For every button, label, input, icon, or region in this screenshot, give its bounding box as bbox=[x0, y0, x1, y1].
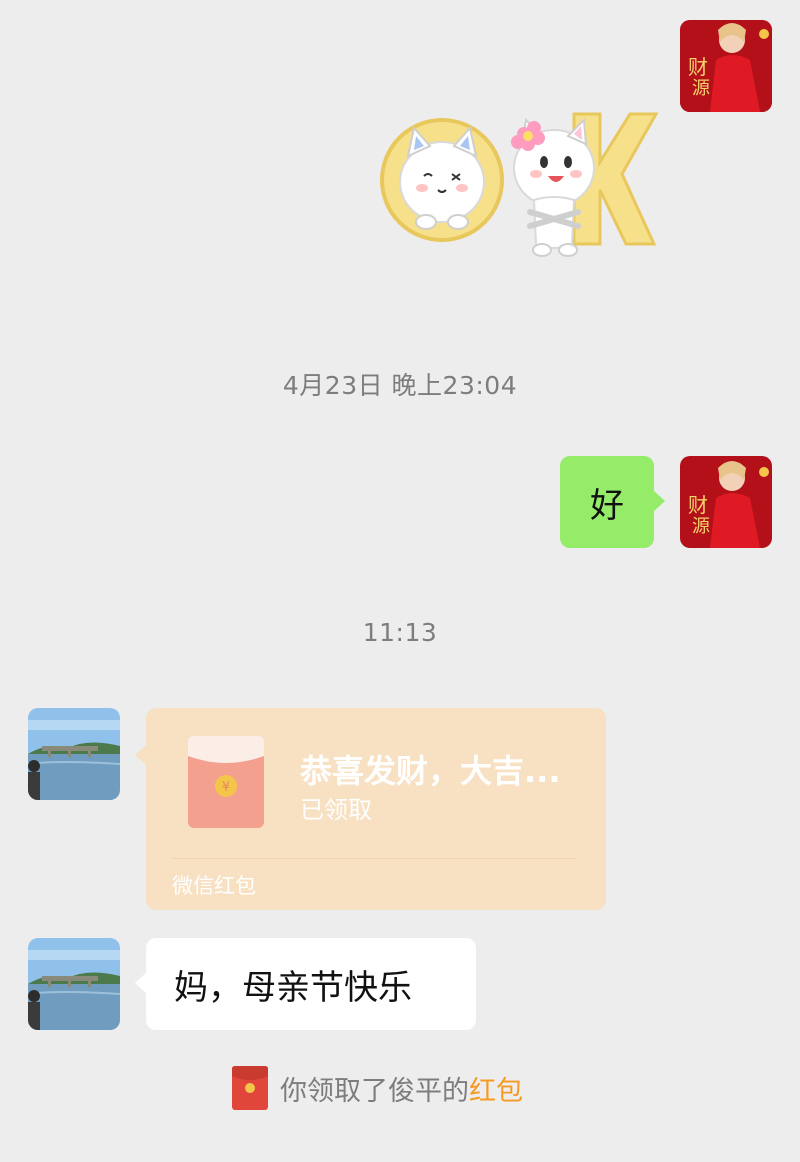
svg-text:源: 源 bbox=[692, 516, 710, 537]
timestamp: 4月23日 晚上23:04 bbox=[282, 371, 518, 400]
svg-text:财: 财 bbox=[688, 55, 708, 79]
avatar-image bbox=[28, 938, 120, 1030]
red-packet-footer: 微信红包 bbox=[172, 874, 256, 898]
red-packet-card[interactable]: ¥ 恭喜发财，大吉... 已领取 微信红包 bbox=[135, 708, 606, 910]
contact-avatar[interactable] bbox=[28, 938, 120, 1030]
avatar-image: 财 源 bbox=[680, 20, 772, 112]
notice-text: 你领取了俊平的 bbox=[280, 1075, 469, 1107]
system-notice: 你领取了俊平的 红包 bbox=[232, 1066, 523, 1110]
red-packet-icon: ¥ bbox=[188, 736, 264, 828]
divider bbox=[172, 858, 576, 859]
svg-text:财: 财 bbox=[688, 493, 708, 517]
self-avatar[interactable]: 财 源 bbox=[680, 456, 772, 548]
received-message-bubble[interactable]: 妈，母亲节快乐 bbox=[135, 938, 476, 1030]
avatar-image: 财 源 bbox=[680, 456, 772, 548]
timestamp: 11:13 bbox=[362, 618, 438, 647]
red-packet-link[interactable]: 红包 bbox=[469, 1069, 523, 1108]
red-packet-icon bbox=[232, 1066, 268, 1110]
svg-text:源: 源 bbox=[692, 78, 710, 99]
sent-message-bubble[interactable]: 好 bbox=[560, 456, 665, 548]
cat-ok-sticker[interactable] bbox=[378, 104, 660, 262]
red-packet-symbol: ¥ bbox=[222, 780, 230, 795]
red-packet-status: 已领取 bbox=[300, 796, 372, 824]
contact-avatar[interactable] bbox=[28, 708, 120, 800]
avatar-image bbox=[28, 708, 120, 800]
red-packet-title: 恭喜发财，大吉... bbox=[300, 752, 561, 790]
self-avatar[interactable]: 财 源 bbox=[680, 20, 772, 112]
